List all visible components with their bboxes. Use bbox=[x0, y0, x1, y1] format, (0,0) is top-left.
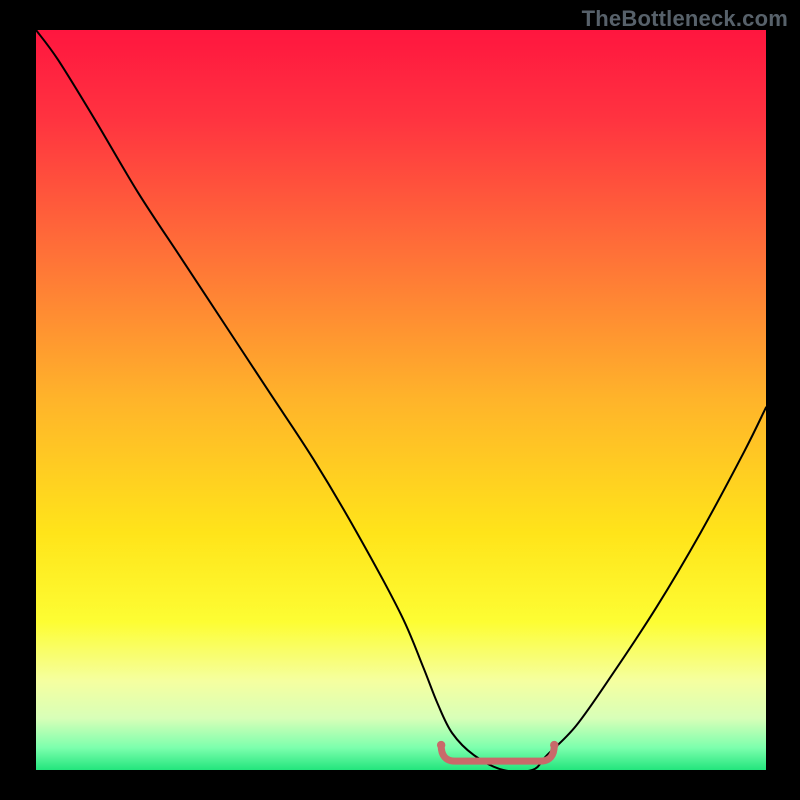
marker-dot-start bbox=[437, 741, 445, 749]
marker-dot-end bbox=[550, 741, 558, 749]
bottleneck-chart bbox=[0, 0, 800, 800]
chart-container: TheBottleneck.com bbox=[0, 0, 800, 800]
watermark-text: TheBottleneck.com bbox=[582, 6, 788, 32]
gradient-background bbox=[36, 30, 766, 770]
